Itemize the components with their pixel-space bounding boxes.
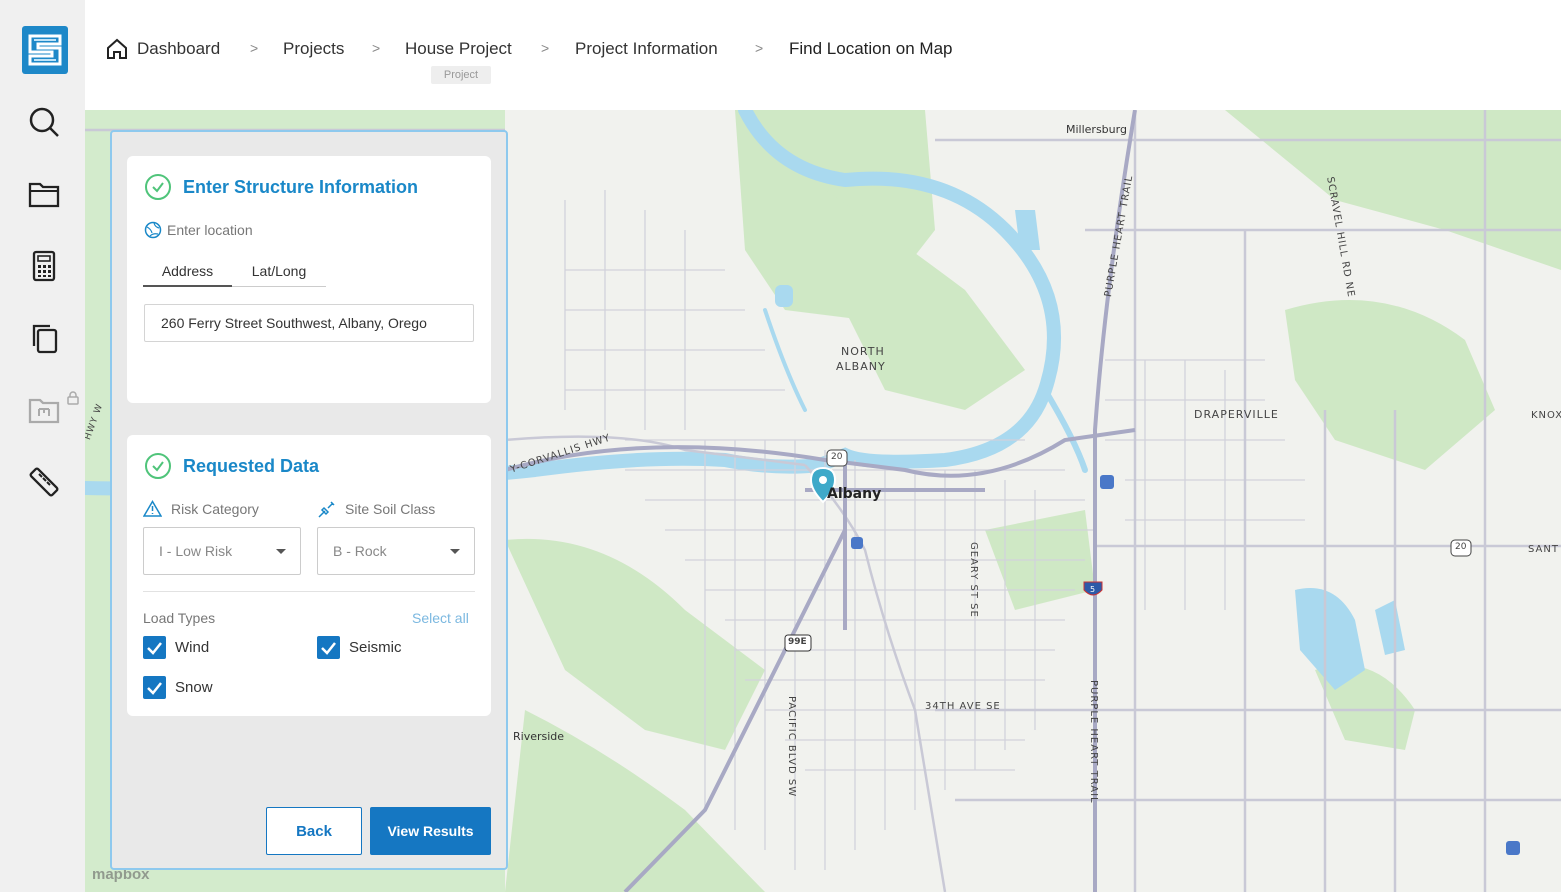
address-input[interactable]: 260 Ferry Street Southwest, Albany, Oreg…: [144, 304, 474, 342]
site-soil-class-value: B - Rock: [333, 543, 387, 559]
enter-location-label: Enter location: [167, 222, 253, 238]
breadcrumb-separator: >: [541, 40, 550, 56]
project-badge: Project: [431, 66, 491, 84]
requested-data-title: Requested Data: [183, 456, 320, 476]
breadcrumb-dashboard[interactable]: Dashboard: [137, 39, 220, 59]
calculator-icon[interactable]: [26, 248, 62, 284]
map-label-purple-heart-south: PURPLE HEART TRAIL: [1088, 680, 1099, 804]
lock-icon: [67, 391, 79, 405]
wind-checkbox[interactable]: [143, 636, 166, 659]
view-results-button[interactable]: View Results: [370, 807, 491, 855]
wind-label: Wind: [175, 639, 210, 656]
breadcrumb-separator: >: [372, 40, 381, 56]
search-icon[interactable]: [26, 104, 62, 140]
ruler-icon[interactable]: [26, 464, 62, 500]
divider: [143, 591, 475, 592]
home-icon[interactable]: [106, 38, 128, 60]
map-label-geary: GEARY ST SE: [968, 542, 979, 618]
checkmark-icon: [147, 642, 162, 655]
tab-lat-long[interactable]: Lat/Long: [232, 263, 326, 279]
active-tab-indicator: [143, 285, 232, 287]
breadcrumb-separator: >: [250, 40, 259, 56]
breadcrumb: Dashboard > Projects > House Project > P…: [85, 0, 1561, 110]
checkmark-icon: [321, 642, 336, 655]
map-label-riverside: Riverside: [513, 730, 565, 743]
locked-folder-icon: [28, 398, 60, 424]
risk-category-value: I - Low Risk: [159, 543, 233, 559]
back-button[interactable]: Back: [266, 807, 362, 855]
select-all-link[interactable]: Select all: [412, 610, 469, 626]
route-shield-20-b: 20: [1455, 542, 1467, 552]
map-label-pacific: PACIFIC BLVD SW: [786, 696, 797, 798]
breadcrumb-project-information[interactable]: Project Information: [575, 39, 718, 59]
snow-label: Snow: [175, 679, 213, 696]
check-circle-icon: [145, 174, 171, 200]
risk-category-select[interactable]: I - Low Risk: [143, 527, 301, 575]
map-label-sant: SANT: [1528, 544, 1559, 555]
globe-icon: [144, 221, 162, 239]
breadcrumb-projects[interactable]: Projects: [283, 39, 344, 59]
route-shield-i5: 5: [1090, 585, 1096, 594]
map-label-albany-north: ALBANY: [836, 360, 886, 373]
map-label-north: NORTH: [841, 345, 885, 358]
seismic-label: Seismic: [349, 639, 402, 656]
map-label-34th-ave: 34TH AVE SE: [925, 701, 1001, 712]
sidebar: [0, 0, 85, 892]
load-types-label: Load Types: [143, 610, 216, 626]
route-shield-20-a: 20: [831, 452, 843, 462]
risk-category-label: Risk Category: [171, 501, 259, 517]
breadcrumb-find-location: Find Location on Map: [789, 39, 953, 58]
app-logo[interactable]: [22, 26, 68, 74]
breadcrumb-separator: >: [755, 40, 764, 56]
folder-icon[interactable]: [26, 176, 62, 212]
breadcrumb-house-project[interactable]: House Project: [405, 39, 512, 59]
checkmark-icon: [147, 682, 162, 695]
site-soil-class-select[interactable]: B - Rock: [317, 527, 475, 575]
chevron-down-icon: [450, 549, 460, 554]
map-label-millersburg: Millersburg: [1066, 123, 1127, 136]
requested-data-card: [127, 435, 491, 716]
copy-icon[interactable]: [26, 320, 62, 356]
route-shield-99e: 99E: [788, 637, 807, 647]
map-label-draperville: DRAPERVILLE: [1194, 408, 1279, 421]
shovel-icon: [318, 501, 335, 518]
check-circle-icon: [145, 453, 171, 479]
structure-info-title: Enter Structure Information: [183, 177, 419, 197]
map-label-albany: Albany: [827, 486, 882, 502]
chevron-down-icon: [276, 549, 286, 554]
warning-icon: [143, 500, 162, 517]
map-label-knox: KNOX: [1531, 410, 1561, 421]
site-soil-class-label: Site Soil Class: [345, 501, 436, 517]
tab-address[interactable]: Address: [143, 263, 232, 279]
seismic-checkbox[interactable]: [317, 636, 340, 659]
snow-checkbox[interactable]: [143, 676, 166, 699]
